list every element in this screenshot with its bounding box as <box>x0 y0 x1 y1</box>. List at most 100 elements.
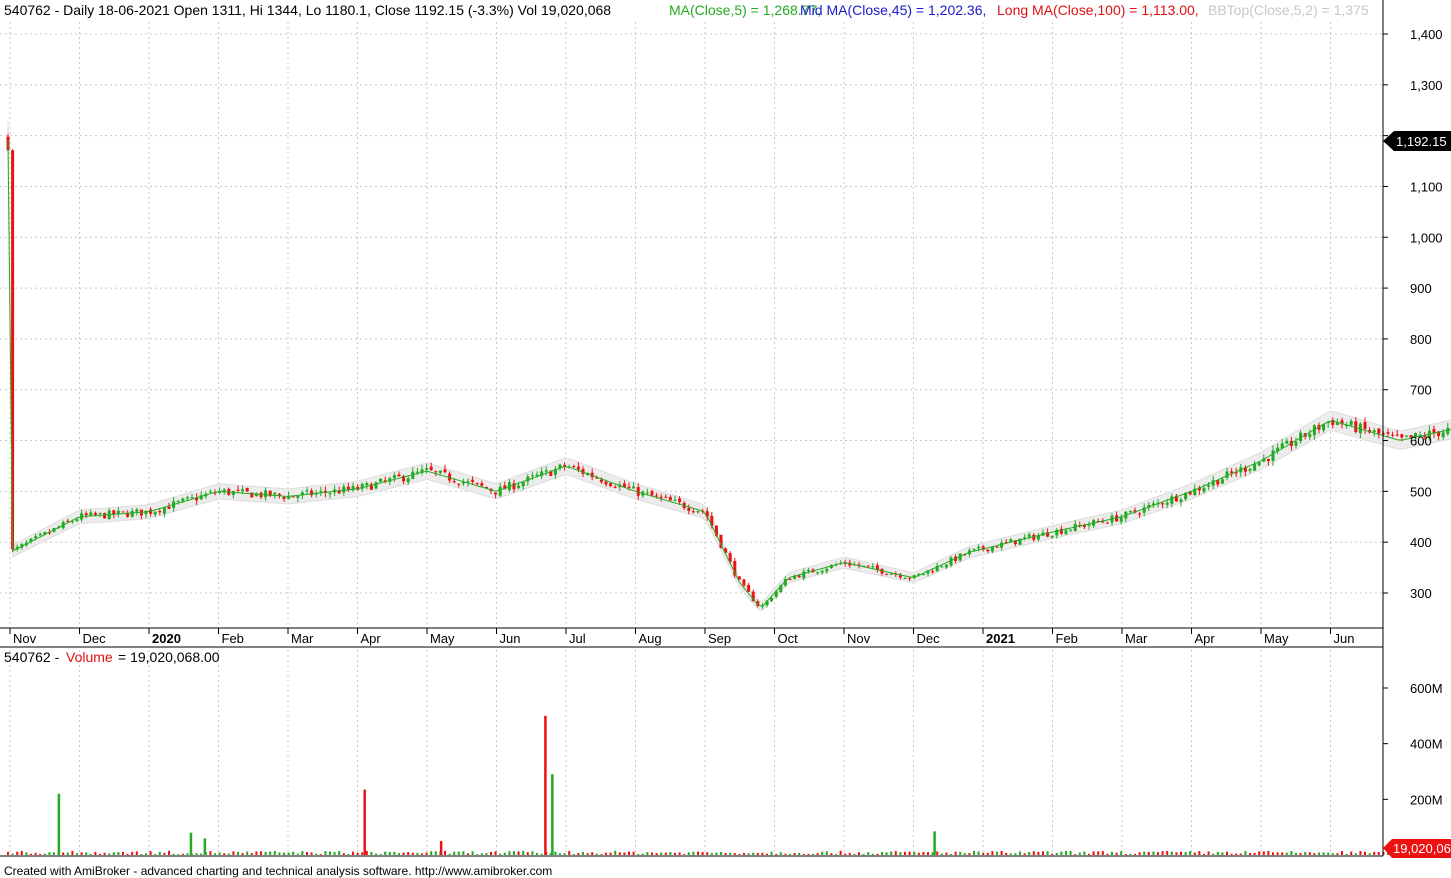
volume-bar <box>996 851 998 855</box>
volume-bar <box>1143 851 1146 855</box>
background <box>0 0 1451 878</box>
volume-bar <box>1216 851 1219 855</box>
volume-bar <box>885 852 888 855</box>
volume-header-ticker: 540762 - <box>4 649 60 665</box>
volume-bar <box>531 851 534 855</box>
volume-bar <box>1060 851 1063 855</box>
candle-body <box>425 468 429 470</box>
candle-body <box>696 511 700 513</box>
chart-canvas: 1,4001,3001,2001,1001,000900800700600500… <box>0 0 1451 878</box>
volume-bar <box>1258 851 1261 855</box>
volume-bar <box>568 851 571 855</box>
candle-body <box>691 511 695 513</box>
volume-spike <box>551 774 554 855</box>
volume-bar <box>807 853 810 855</box>
candle-body <box>825 568 829 572</box>
volume-bar <box>214 853 216 855</box>
volume-bar <box>1166 850 1169 855</box>
volume-bar <box>425 852 428 855</box>
candle-body <box>176 500 180 502</box>
volume-bar <box>154 854 157 855</box>
volume-bar <box>637 854 640 855</box>
volume-bar <box>1239 853 1242 855</box>
volume-bar <box>1203 853 1205 855</box>
volume-y-tick-label: 200M <box>1410 792 1443 807</box>
candle-body <box>747 584 751 592</box>
volume-bar <box>641 853 644 855</box>
candle-body <box>770 597 774 601</box>
volume-bar <box>168 850 170 855</box>
volume-bar <box>352 851 354 855</box>
volume-bar <box>333 851 336 855</box>
volume-bar <box>1226 851 1228 855</box>
volume-bar <box>526 852 529 855</box>
y-tick-label: 800 <box>1410 332 1432 347</box>
candle-body <box>797 575 801 578</box>
candle-body <box>181 498 185 502</box>
volume-bar <box>1207 851 1210 855</box>
volume-bar <box>1318 852 1320 855</box>
candle-body <box>397 474 401 477</box>
candle-body <box>1165 502 1169 505</box>
candle-body <box>931 571 935 573</box>
volume-bar <box>729 852 732 855</box>
x-tick-label: Jun <box>1334 631 1355 646</box>
volume-bar <box>508 851 511 855</box>
volume-spike <box>203 838 207 855</box>
candle-body <box>342 486 346 493</box>
volume-bar <box>347 853 350 855</box>
volume-bar <box>812 853 814 855</box>
volume-bar <box>1299 852 1302 855</box>
volume-y-tick-label: 600M <box>1410 681 1443 696</box>
volume-bar <box>434 851 437 855</box>
y-tick-label: 300 <box>1410 586 1432 601</box>
y-tick-label: 1,100 <box>1410 179 1443 194</box>
x-tick-label: Nov <box>13 631 37 646</box>
volume-bar <box>1253 852 1256 855</box>
x-tick-label: Feb <box>222 631 244 646</box>
volume-bar <box>1295 852 1297 855</box>
volume-header-value: = 19,020,068.00 <box>118 649 220 665</box>
volume-bar <box>793 852 796 855</box>
volume-bar <box>908 851 911 855</box>
candle-body <box>986 549 990 552</box>
volume-bar <box>1189 851 1192 855</box>
volume-bar <box>651 852 653 855</box>
candle-body <box>434 471 438 473</box>
candle-body <box>1271 450 1275 461</box>
volume-bar <box>255 851 258 855</box>
volume-bar <box>1235 853 1238 855</box>
volume-spike <box>363 789 366 855</box>
candle-body <box>1161 503 1165 505</box>
candle-body <box>328 493 332 495</box>
volume-bar <box>858 852 860 855</box>
volume-bar <box>85 852 88 855</box>
volume-bar <box>89 853 92 855</box>
volume-bar <box>1032 851 1035 855</box>
volume-bar <box>655 853 658 855</box>
candle-body <box>346 486 350 490</box>
volume-bar <box>1276 852 1279 855</box>
volume-bar <box>1157 852 1159 855</box>
volume-bar <box>269 851 272 855</box>
volume-bar <box>356 852 359 855</box>
volume-bar <box>260 851 262 855</box>
volume-bar <box>1341 850 1343 855</box>
volume-bar <box>283 852 285 855</box>
candle-body <box>1441 432 1445 438</box>
volume-bar <box>448 853 451 855</box>
volume-bar <box>145 853 147 855</box>
volume-bar <box>227 853 230 855</box>
candle-body <box>977 546 981 549</box>
volume-bar <box>177 854 180 855</box>
volume-bar <box>784 853 787 855</box>
volume-bar <box>1304 851 1307 855</box>
volume-bar <box>733 853 736 855</box>
volume-bar <box>1124 854 1127 855</box>
volume-spike <box>189 832 193 855</box>
volume-bar <box>1161 851 1164 855</box>
volume-bar <box>1005 852 1008 855</box>
volume-bar <box>388 852 391 855</box>
candle-body <box>645 492 649 494</box>
volume-bar <box>1083 851 1086 855</box>
